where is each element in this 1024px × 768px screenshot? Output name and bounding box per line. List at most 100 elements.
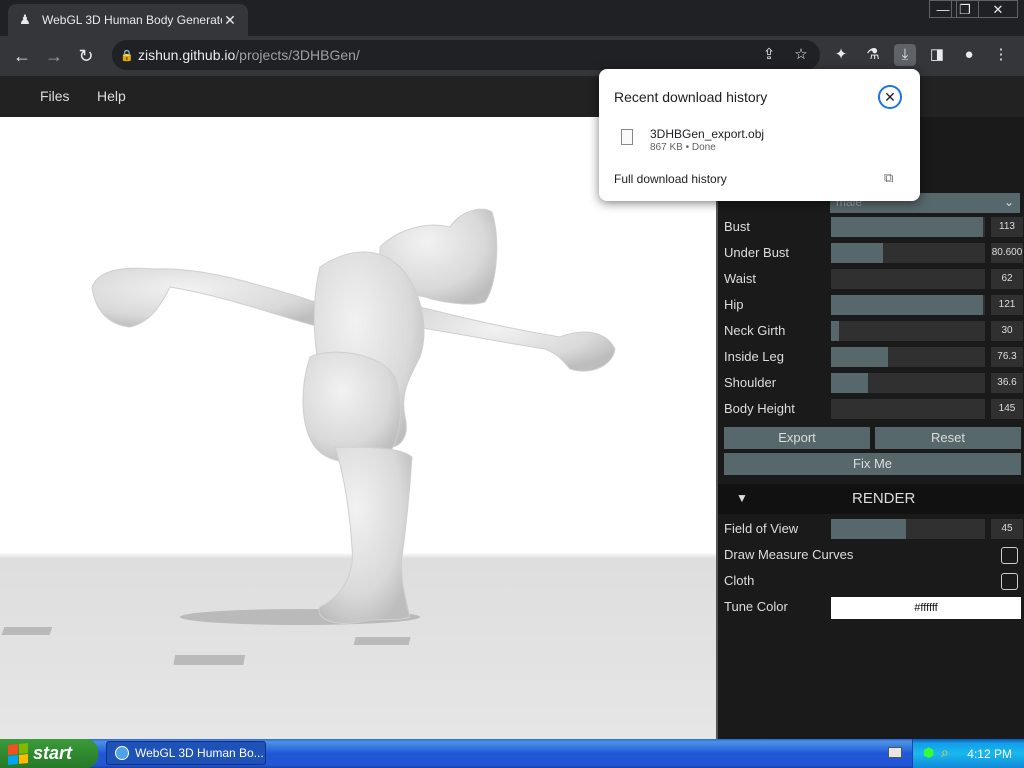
forward-icon[interactable]: → <box>42 44 66 68</box>
back-icon[interactable]: ← <box>10 44 34 68</box>
share-icon[interactable]: ⇪ <box>758 44 780 66</box>
fov-label: Field of View <box>724 521 799 536</box>
slider-label: Inside Leg <box>724 349 784 364</box>
collapse-arrow-icon: ▼ <box>736 491 748 505</box>
slider-fill <box>831 347 888 367</box>
extensions-puzzle-icon[interactable]: ✦ <box>830 44 852 66</box>
start-label: start <box>33 743 73 763</box>
bust-value[interactable]: 113 <box>991 217 1023 237</box>
slider-label: Bust <box>724 219 751 234</box>
slider-row-hip: Hip 121 <box>724 293 1023 317</box>
bust-slider[interactable] <box>831 217 985 237</box>
menu-files[interactable]: Files <box>40 88 70 104</box>
slider-row-neck-girth: Neck Girth 30 <box>724 319 1023 343</box>
reset-button[interactable]: Reset <box>875 427 1021 449</box>
cloth-checkbox[interactable] <box>1001 573 1018 590</box>
slider-fill <box>831 295 984 315</box>
full-download-history-link[interactable]: Full download history <box>614 172 727 186</box>
draw-curves-checkbox[interactable] <box>1001 547 1018 564</box>
hip-slider[interactable] <box>831 295 985 315</box>
slider-row-waist: Waist 62 <box>724 267 1023 291</box>
tune-color-input[interactable]: #ffffff <box>831 597 1021 619</box>
profile-avatar-icon[interactable]: ● <box>958 44 980 66</box>
model-legs <box>318 446 413 624</box>
window-close-button[interactable]: ✕ <box>978 0 1018 18</box>
export-button[interactable]: Export <box>724 427 870 449</box>
waist-value[interactable]: 62 <box>991 269 1023 289</box>
download-file-name[interactable]: 3DHBGen_export.obj <box>650 127 764 141</box>
fov-slider[interactable] <box>831 519 985 539</box>
open-external-icon[interactable]: ⧉ <box>884 170 893 186</box>
reload-icon[interactable]: ↻ <box>74 44 98 68</box>
slider-fill <box>831 243 884 263</box>
fix-me-button[interactable]: Fix Me <box>724 453 1021 475</box>
start-button[interactable]: start <box>0 739 98 768</box>
keyboard-icon[interactable] <box>888 747 902 758</box>
url-text: zishun.github.io/projects/3DHBGen/ <box>138 47 360 63</box>
slider-row-bust: Bust 113 <box>724 215 1023 239</box>
model-hips <box>302 351 401 464</box>
fov-slider-fill <box>831 519 907 539</box>
slider-fill <box>831 217 984 237</box>
model-left-arm <box>91 267 331 328</box>
fov-row: Field of View 45 <box>724 517 1023 541</box>
taskbar-item-title: WebGL 3D Human Bo... <box>135 746 264 760</box>
under-bust-value[interactable]: 80.600 <box>991 243 1023 263</box>
slider-row-inside-leg: Inside Leg 76.3 <box>724 345 1023 369</box>
system-tray: ⬢ ⌕ 4:12 PM <box>912 739 1024 768</box>
shoulder-value[interactable]: 36.6 <box>991 373 1023 393</box>
browser-tab[interactable]: ♟ WebGL 3D Human Body Generator ✕ <box>8 4 248 36</box>
download-file-meta: 867 KB • Done <box>650 142 716 153</box>
cloth-label: Cloth <box>724 573 755 588</box>
human-figure-icon: ♟ <box>19 12 31 27</box>
popup-close-icon[interactable]: ✕ <box>878 85 902 109</box>
file-icon <box>621 129 633 145</box>
draw-curves-label: Draw Measure Curves <box>724 547 854 562</box>
menu-help[interactable]: Help <box>97 88 126 104</box>
slider-label: Waist <box>724 271 757 286</box>
gui-control-panel: n) male ⌄ Bust113Under Bust80.600Waist62… <box>716 117 1024 739</box>
tab-close-icon[interactable]: ✕ <box>222 12 238 29</box>
webgl-viewport[interactable] <box>0 117 716 739</box>
bookmark-star-icon[interactable]: ☆ <box>790 44 812 66</box>
inside-leg-value[interactable]: 76.3 <box>991 347 1023 367</box>
clock: 4:12 PM <box>967 746 1012 761</box>
download-history-popup: Recent download history ✕ 3DHBGen_export… <box>599 69 920 201</box>
under-bust-slider[interactable] <box>831 243 985 263</box>
tune-color-row: Tune Color #ffffff <box>724 595 1022 619</box>
address-bar[interactable]: 🔒 zishun.github.io/projects/3DHBGen/ <box>112 40 820 70</box>
hip-value[interactable]: 121 <box>991 295 1023 315</box>
slider-row-shoulder: Shoulder 36.6 <box>724 371 1023 395</box>
labs-flask-icon[interactable]: ⚗ <box>862 44 884 66</box>
draw-curves-row: Draw Measure Curves <box>724 543 1022 567</box>
chevron-down-icon: ⌄ <box>1003 195 1014 209</box>
slider-fill <box>831 321 839 341</box>
body-height-slider[interactable] <box>831 399 985 419</box>
slider-label: Under Bust <box>724 245 790 260</box>
windows-flag-icon <box>8 742 28 765</box>
fov-value[interactable]: 45 <box>991 519 1023 539</box>
shoulder-slider[interactable] <box>831 373 985 393</box>
tune-color-label: Tune Color <box>724 599 788 614</box>
search-icon[interactable]: ⌕ <box>941 744 949 761</box>
body-height-value[interactable]: 145 <box>991 399 1023 419</box>
download-icon[interactable]: ⤓ <box>894 44 916 66</box>
render-title: RENDER <box>852 490 916 507</box>
side-panel-icon[interactable]: ◨ <box>926 44 948 66</box>
waist-slider[interactable] <box>831 269 985 289</box>
network-icon[interactable]: ⬢ <box>923 745 934 761</box>
inside-leg-slider[interactable] <box>831 347 985 367</box>
taskbar-chrome-item[interactable]: WebGL 3D Human Bo... <box>106 741 266 765</box>
neck-girth-slider[interactable] <box>831 321 985 341</box>
slider-label: Shoulder <box>724 375 777 390</box>
restore-button[interactable]: ❐ <box>951 0 979 18</box>
popup-title: Recent download history <box>614 89 768 105</box>
neck-girth-value[interactable]: 30 <box>991 321 1023 341</box>
cloth-row: Cloth <box>724 569 1022 593</box>
browser-app-icon <box>115 746 129 760</box>
render-folder-header[interactable]: ▼ RENDER <box>718 484 1024 514</box>
slider-label: Body Height <box>724 401 795 416</box>
human-body-model <box>1 208 616 665</box>
more-menu-icon[interactable]: ⋮ <box>990 44 1012 66</box>
slider-row-body-height: Body Height 145 <box>724 397 1023 421</box>
